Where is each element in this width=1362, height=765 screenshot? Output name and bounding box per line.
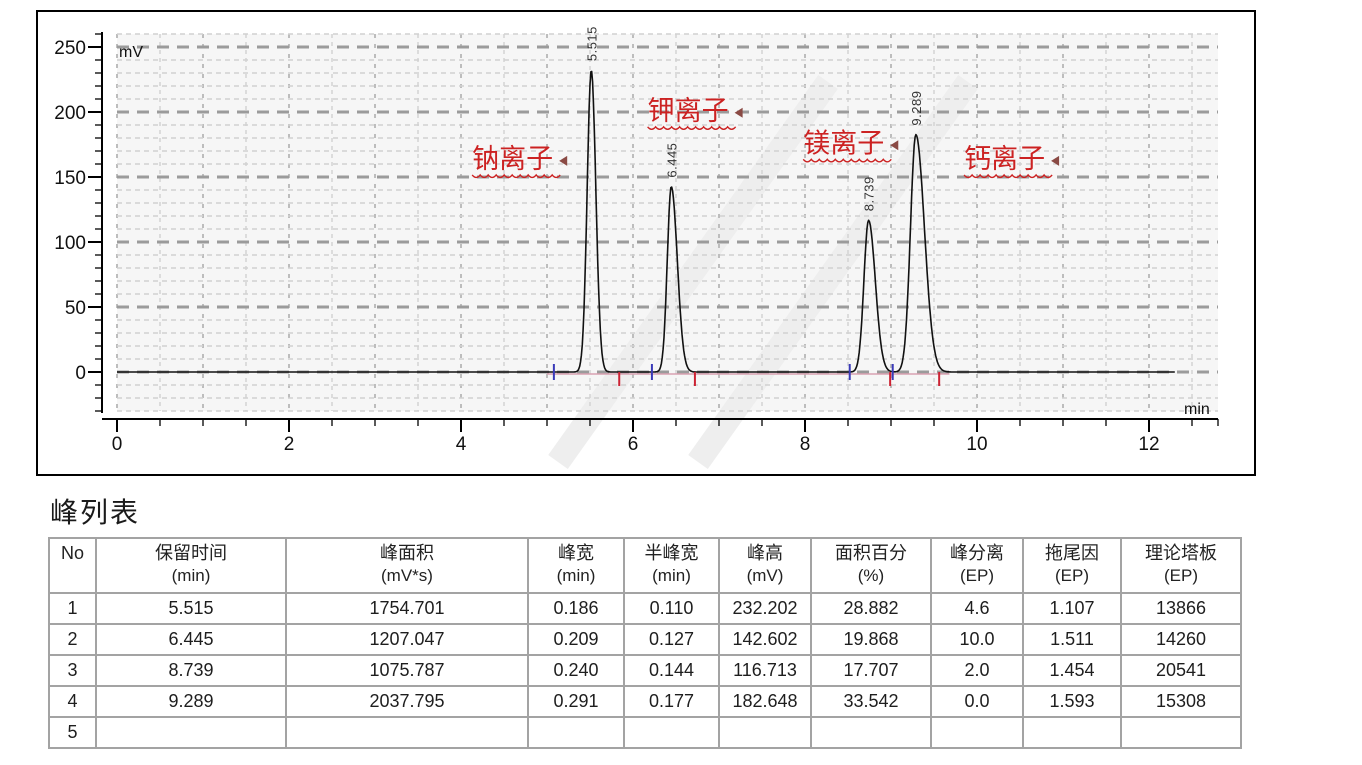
table-cell	[931, 717, 1023, 748]
x-tick-label: 10	[966, 434, 987, 455]
table-cell: 1.593	[1023, 686, 1121, 717]
table-cell: 10.0	[931, 624, 1023, 655]
table-cell: 19.868	[811, 624, 931, 655]
peak-table: No 保留时间(min) 峰面积(mV*s) 峰宽(min) 半峰宽(min) …	[48, 537, 1242, 749]
ion-annotation: 钠离子	[472, 144, 553, 174]
x-axis-unit: min	[1184, 401, 1210, 418]
table-cell	[624, 717, 719, 748]
table-cell: 14260	[1121, 624, 1241, 655]
table-cell	[1121, 717, 1241, 748]
table-row: 5	[49, 717, 1241, 748]
table-cell	[811, 717, 931, 748]
y-tick-label: 50	[65, 298, 86, 319]
table-cell: 1075.787	[286, 655, 528, 686]
table-cell: 1754.701	[286, 593, 528, 624]
column-header-tailing-factor: 拖尾因(EP)	[1023, 538, 1121, 593]
table-cell: 0.0	[931, 686, 1023, 717]
table-row: 49.2892037.7950.2910.177182.64833.5420.0…	[49, 686, 1241, 717]
report-page: { "chart": { "ylabel": "mV", "xlabel": "…	[0, 0, 1362, 765]
table-cell: 20541	[1121, 655, 1241, 686]
x-tick-label: 8	[800, 434, 811, 455]
table-cell: 1.511	[1023, 624, 1121, 655]
column-header-peak-separation: 峰分离(EP)	[931, 538, 1023, 593]
column-header-no: No	[49, 538, 96, 593]
table-cell: 6.445	[96, 624, 286, 655]
chromatogram-chart: 0 50 100 150 200 250 0 2 4 6 8 10 12 mV min 5.515 6.445 8…	[38, 12, 1254, 474]
y-tick-label: 100	[54, 233, 86, 254]
y-tick-label: 150	[54, 168, 86, 189]
table-cell	[96, 717, 286, 748]
table-cell: 17.707	[811, 655, 931, 686]
peak-table-title: 峰列表	[50, 491, 140, 531]
x-tick-label: 12	[1138, 434, 1159, 455]
table-cell: 0.127	[624, 624, 719, 655]
plot-background	[117, 34, 1218, 411]
table-cell: 15308	[1121, 686, 1241, 717]
table-cell: 1	[49, 593, 96, 624]
column-header-retention-time: 保留时间(min)	[96, 538, 286, 593]
x-tick-label: 0	[112, 434, 123, 455]
table-cell: 232.202	[719, 593, 811, 624]
table-cell: 2.0	[931, 655, 1023, 686]
column-header-area-percent: 面积百分(%)	[811, 538, 931, 593]
peak-table-header-row: No 保留时间(min) 峰面积(mV*s) 峰宽(min) 半峰宽(min) …	[49, 538, 1241, 593]
table-cell: 0.240	[528, 655, 624, 686]
table-cell: 4.6	[931, 593, 1023, 624]
column-header-peak-width: 峰宽(min)	[528, 538, 624, 593]
table-cell: 9.289	[96, 686, 286, 717]
table-cell: 8.739	[96, 655, 286, 686]
table-cell: 4	[49, 686, 96, 717]
ion-annotation: 钙离子	[964, 144, 1045, 174]
y-tick-label: 200	[54, 103, 86, 124]
y-axis-unit: mV	[119, 44, 143, 61]
ion-annotation: 镁离子	[803, 128, 884, 158]
table-cell: 0.177	[624, 686, 719, 717]
x-tick-label: 6	[628, 434, 639, 455]
x-tick-label: 4	[456, 434, 467, 455]
column-header-peak-area: 峰面积(mV*s)	[286, 538, 528, 593]
table-cell: 0.209	[528, 624, 624, 655]
table-cell: 182.648	[719, 686, 811, 717]
table-cell	[528, 717, 624, 748]
table-cell: 0.291	[528, 686, 624, 717]
ion-annotation: 钾离子	[648, 96, 729, 126]
table-row: 15.5151754.7010.1860.110232.20228.8824.6…	[49, 593, 1241, 624]
y-tick-label: 250	[54, 38, 86, 59]
peak-rt-label: 9.289	[909, 91, 924, 126]
y-tick-label: 0	[75, 363, 86, 384]
table-cell: 2037.795	[286, 686, 528, 717]
chromatogram-panel: 0 50 100 150 200 250 0 2 4 6 8 10 12 mV min 5.515 6.445 8…	[36, 10, 1256, 476]
table-row: 38.7391075.7870.2400.144116.71317.7072.0…	[49, 655, 1241, 686]
table-cell: 1.454	[1023, 655, 1121, 686]
table-cell	[719, 717, 811, 748]
column-header-half-width: 半峰宽(min)	[624, 538, 719, 593]
table-cell: 142.602	[719, 624, 811, 655]
table-cell: 33.542	[811, 686, 931, 717]
table-cell	[1023, 717, 1121, 748]
table-cell	[286, 717, 528, 748]
peak-rt-label: 6.445	[664, 143, 679, 178]
column-header-peak-height: 峰高(mV)	[719, 538, 811, 593]
table-cell: 3	[49, 655, 96, 686]
table-cell: 13866	[1121, 593, 1241, 624]
table-cell: 1.107	[1023, 593, 1121, 624]
peak-rt-label: 5.515	[584, 26, 599, 61]
table-cell: 5.515	[96, 593, 286, 624]
table-cell: 2	[49, 624, 96, 655]
table-cell: 0.144	[624, 655, 719, 686]
table-cell: 28.882	[811, 593, 931, 624]
table-cell: 5	[49, 717, 96, 748]
table-cell: 0.186	[528, 593, 624, 624]
column-header-theoretical-plates: 理论塔板(EP)	[1121, 538, 1241, 593]
table-row: 26.4451207.0470.2090.127142.60219.86810.…	[49, 624, 1241, 655]
x-tick-label: 2	[284, 434, 295, 455]
table-cell: 116.713	[719, 655, 811, 686]
table-cell: 1207.047	[286, 624, 528, 655]
table-cell: 0.110	[624, 593, 719, 624]
peak-rt-label: 8.739	[862, 176, 877, 211]
